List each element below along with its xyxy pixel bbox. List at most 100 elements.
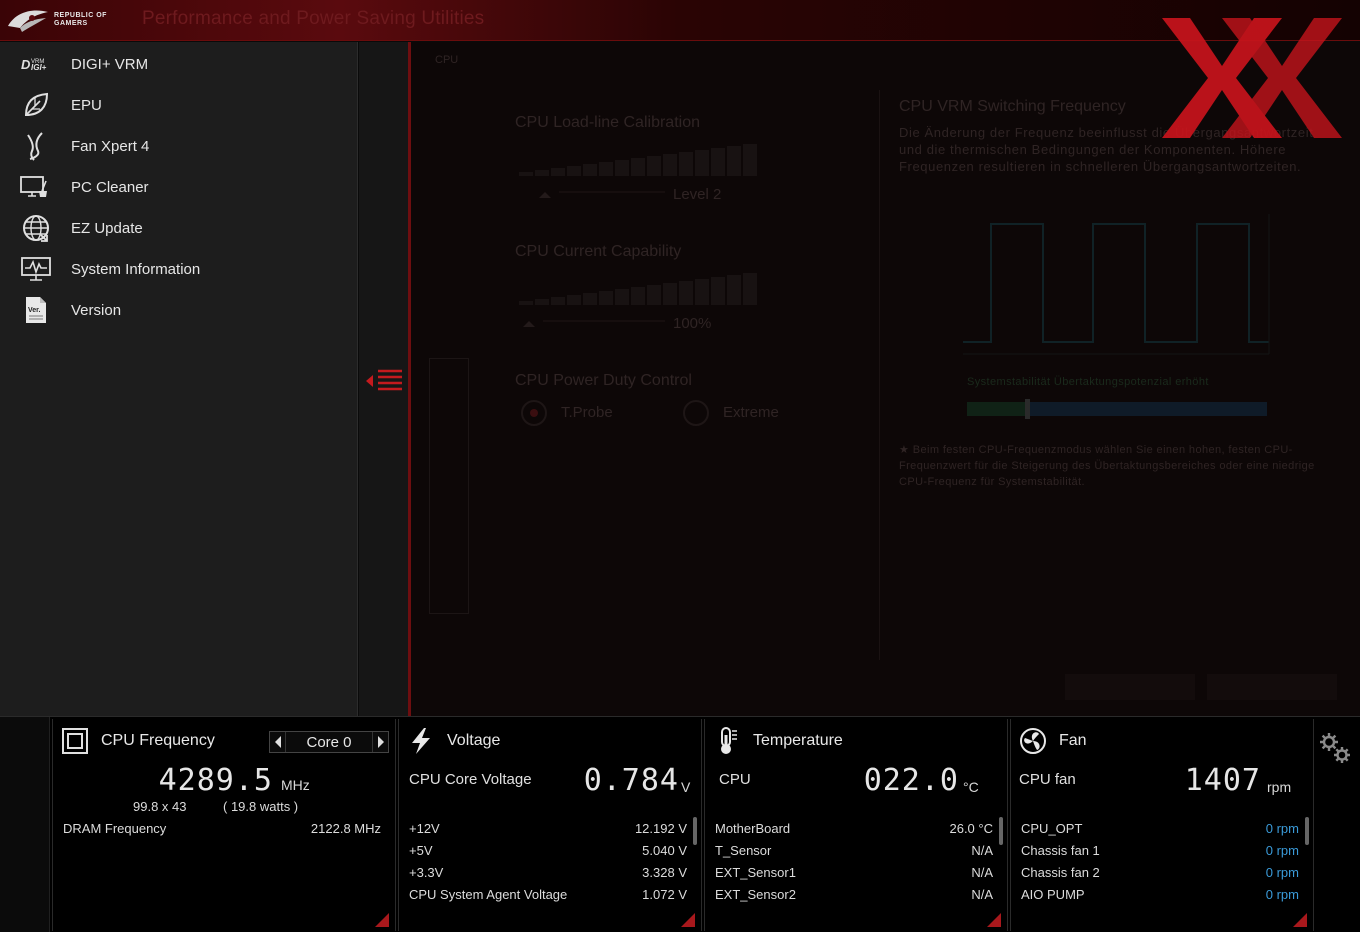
vrm-panel [879,90,1349,660]
vrm-frequency-slider[interactable] [967,399,1267,419]
voltage-row-value: 12.192 V [634,821,687,836]
fan-icon [1020,728,1046,754]
panel-title: Temperature [753,732,843,749]
voltage-row-value: 3.328 V [642,865,687,880]
sidebar-item-label: PC Cleaner [71,178,149,196]
sidebar-item-version[interactable]: Ver. Version [0,291,358,329]
core-value: Core 0 [306,734,352,751]
sidebar-item-label: Fan Xpert 4 [71,137,150,155]
vrm-slider-handle[interactable] [1025,399,1030,419]
arrow-right-icon [377,736,384,748]
fan-row-value: 0 rpm [1265,821,1299,836]
voltage-row-label: +5V [409,843,433,858]
temperature-unit: °C [963,779,979,795]
tab-cpu[interactable]: CPU [435,54,458,66]
apply-button[interactable] [1065,674,1195,700]
collapse-menu-button[interactable] [364,366,404,396]
thermometer-icon [721,727,737,754]
voltage-row-value: 1.072 V [642,887,687,902]
dram-frequency-label: DRAM Frequency [63,821,167,836]
globe-icon [18,213,54,243]
llc-slider[interactable] [519,182,669,202]
panel-expand-corner[interactable] [1293,913,1307,927]
radio-tprobe[interactable] [521,400,547,426]
radio-extreme-label: Extreme [723,404,779,421]
temperature-row-label: EXT_Sensor2 [715,887,796,902]
temperature-row-value: N/A [971,865,993,880]
radio-extreme[interactable] [683,400,709,426]
pc-cleaner-icon [18,172,54,202]
core-selector[interactable]: Core 0 [269,731,389,753]
svg-text:D: D [21,57,31,72]
hardware-monitor: CPU Frequency Core 0 4289.5 MHz 99.8 x 4… [0,716,1360,932]
vrm-slider-fill [967,402,1027,416]
ccc-level-ramp[interactable] [519,271,759,305]
digi-icon: D VRM IGI+ [18,49,54,79]
core-next-button[interactable] [372,732,388,752]
temperature-row-label: MotherBoard [715,821,791,836]
sidebar-item-pc-cleaner[interactable]: PC Cleaner [0,168,358,206]
monitor-chart-icon [18,254,54,284]
voltage-row-label: +12V [409,821,440,836]
cpu-core-voltage-value: 0.784 [583,763,679,798]
document-icon: Ver. [18,295,54,325]
rog-brand-text: REPUBLIC OF GAMERS [54,12,107,27]
voltage-row-label: CPU System Agent Voltage [409,887,568,902]
monitor-left-strip [0,717,50,932]
rog-logo: REPUBLIC OF GAMERS [6,6,132,34]
panel-expand-corner[interactable] [681,913,695,927]
undo-button[interactable] [1207,674,1337,700]
fan-blade-icon [18,131,54,161]
sidebar: D VRM IGI+ DIGI+ VRM EPU Fan Xpert 4 PC Cl… [0,42,358,716]
cpu-core-voltage-label: CPU Core Voltage [409,771,532,788]
panel-title: Fan [1059,732,1087,749]
cpu-fan-label: CPU fan [1019,771,1076,788]
cpu-temperature-value: 022.0 [863,763,959,798]
temperature-row-value: N/A [971,843,993,858]
vrm-title: CPU VRM Switching Frequency [899,98,1126,115]
core-prev-button[interactable] [270,732,286,752]
voltage-panel[interactable]: Voltage CPU Core Voltage 0.784 V +12V 12… [398,719,702,931]
fan-row-value: 0 rpm [1265,843,1299,858]
svg-text:Ver.: Ver. [28,307,41,314]
panel-expand-corner[interactable] [375,913,389,927]
panel-expand-corner[interactable] [987,913,1001,927]
sidebar-item-ez-update[interactable]: EZ Update [0,209,358,247]
cpu-temperature-label: CPU [719,771,751,788]
ccc-title: CPU Current Capability [515,243,682,260]
sidebar-item-digi-vrm[interactable]: D VRM IGI+ DIGI+ VRM [0,45,358,83]
voltage-scrollbar[interactable] [693,817,697,845]
voltage-row-label: +3.3V [409,865,444,880]
stability-label: Systemstabilität Übertaktungspotenzial e… [967,376,1209,388]
rog-eye-icon [8,10,48,32]
cpu-frequency-value: 4289.5 [158,763,273,798]
main-content: CPU CPU Load-line Calibration Level 2 CP… [411,42,1360,716]
fan-row-label: Chassis fan 1 [1021,843,1100,858]
cpu-frequency-panel[interactable]: CPU Frequency Core 0 4289.5 MHz 99.8 x 4… [52,719,396,931]
cpu-ratio: 99.8 x 43 [133,799,187,814]
temperature-row-value: N/A [971,887,993,902]
sidebar-item-label: DIGI+ VRM [71,55,149,73]
lightning-icon [412,728,430,754]
sidebar-item-label: EZ Update [71,219,143,237]
fan-row-value: 0 rpm [1265,865,1299,880]
fan-unit: rpm [1267,779,1292,795]
sidebar-item-fan-xpert[interactable]: Fan Xpert 4 [0,127,358,165]
svg-text:IGI+: IGI+ [31,63,47,72]
fan-panel[interactable]: Fan CPU fan 1407 rpm CPU_OPT 0 rpm Chass… [1010,719,1314,931]
ccc-slider[interactable] [519,311,669,331]
sidebar-item-system-information[interactable]: System Information [0,250,358,288]
cpu-frequency-unit: MHz [281,777,310,793]
arrow-left-icon [274,736,281,748]
sidebar-item-epu[interactable]: EPU [0,86,358,124]
fan-scrollbar[interactable] [1305,817,1309,845]
ccc-value: 100% [673,315,712,332]
llc-value: Level 2 [673,186,722,203]
vrm-note: ★ Beim festen CPU-Frequenzmodus wählen S… [899,444,1315,488]
settings-gear-icon[interactable] [1318,731,1352,765]
temperature-scrollbar[interactable] [999,817,1003,845]
voltage-row-value: 5.040 V [642,843,687,858]
temperature-panel[interactable]: Temperature CPU 022.0 °C MotherBoard 26.… [704,719,1008,931]
llc-level-ramp[interactable] [519,142,759,176]
sidebar-item-label: EPU [71,96,102,114]
